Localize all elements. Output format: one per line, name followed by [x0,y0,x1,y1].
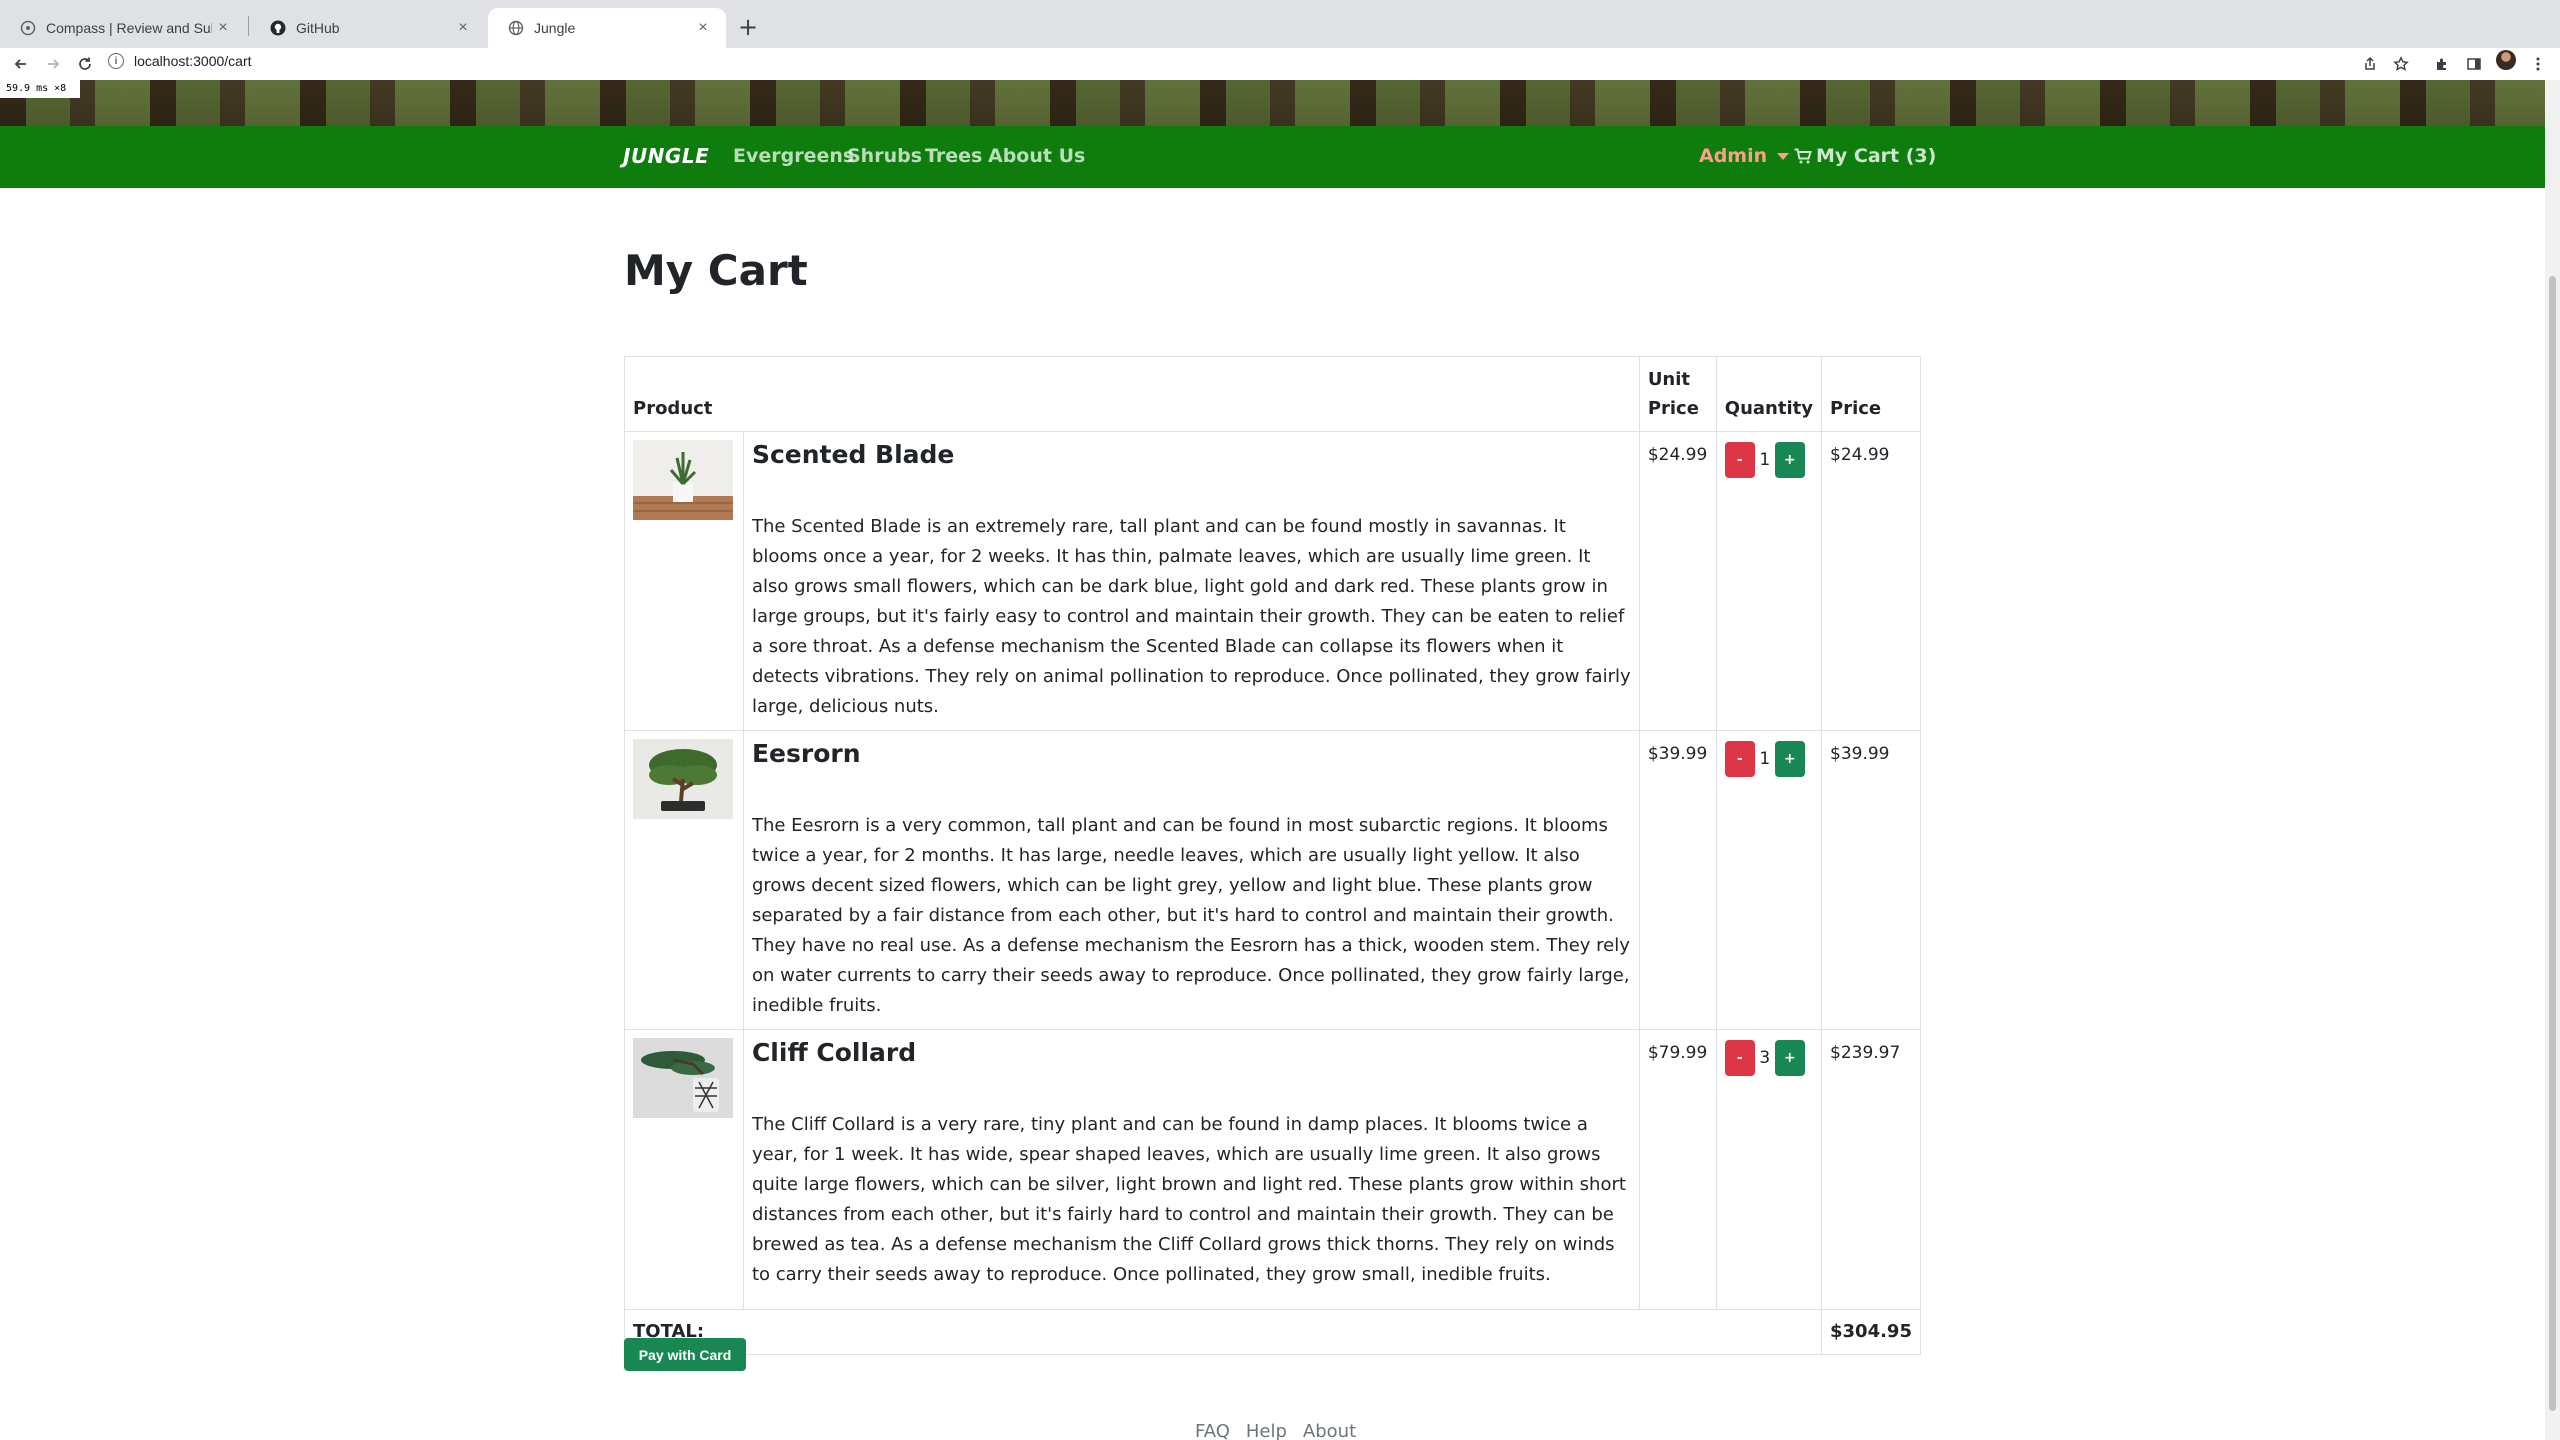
address-url[interactable]: localhost:3000/cart [134,53,252,69]
forward-icon[interactable] [41,52,65,76]
browser-tab-compass[interactable]: Compass | Review and Submit × [0,8,246,48]
table-row: Cliff Collard The Cliff Collard is a ver… [624,1029,1921,1310]
increase-quantity-button[interactable]: + [1774,1040,1805,1076]
globe-icon [508,20,524,36]
table-row: Scented Blade The Scented Blade is an ex… [624,431,1921,731]
cart-table: Product Unit Price Quantity Price Scente… [624,356,1921,1355]
navbar: JUNGLE Evergreens Shrubs Trees About Us … [0,126,2545,188]
avatar[interactable] [2496,50,2516,70]
tab-title: Compass | Review and Submit [46,20,212,36]
nav-link-shrubs[interactable]: Shrubs [847,145,922,167]
quantity-stepper: - 3 + [1724,1040,1813,1076]
close-icon[interactable]: × [452,17,474,39]
product-image-cell [624,730,744,1030]
total-label: TOTAL: [624,1309,1822,1355]
quantity-cell: - 1 + [1715,730,1823,1030]
unit-price: $39.99 [1638,730,1717,1030]
decrease-quantity-button[interactable]: - [1724,1040,1755,1076]
globe-icon [20,20,36,36]
page-scrollbar[interactable] [2545,80,2560,1440]
extensions-icon[interactable] [2430,52,2454,76]
header-price: Price [1821,356,1921,432]
quantity-stepper: - 1 + [1724,741,1813,777]
unit-price: $24.99 [1638,431,1717,731]
page-title: My Cart [624,246,808,295]
quantity-cell: - 3 + [1715,1029,1823,1310]
product-image-scented-blade[interactable] [633,440,733,520]
my-cart-link[interactable]: My Cart (3) [1794,145,1936,167]
menu-icon[interactable] [2526,52,2550,76]
product-details-cell: Cliff Collard The Cliff Collard is a ver… [742,1029,1640,1310]
new-tab-button[interactable]: + [733,12,763,42]
close-icon[interactable]: × [212,17,234,39]
total-row: TOTAL: $304.95 [624,1309,1921,1355]
header-product: Product [624,356,1640,432]
product-details-cell: Eesrorn The Eesrorn is a very common, ta… [742,730,1640,1030]
quantity-value: 1 [1759,450,1771,470]
tab-title: Jungle [534,20,576,36]
product-image-cell [624,1029,744,1310]
table-header-row: Product Unit Price Quantity Price [624,356,1921,432]
info-icon[interactable]: i [108,53,124,69]
reload-icon[interactable] [73,52,97,76]
product-name[interactable]: Eesrorn [752,739,1631,769]
browser-tab-strip: Compass | Review and Submit × GitHub × J… [0,0,2560,48]
header-unit-price: Unit Price [1638,356,1717,432]
tab-title: GitHub [296,20,340,36]
line-price: $239.97 [1821,1029,1921,1310]
page-viewport: 59.9 ms ×8 JUNGLE Evergreens Shrubs Tree… [0,80,2545,1440]
cart-icon [1794,148,1812,164]
quantity-value: 3 [1759,1048,1771,1068]
footer-link-help[interactable]: Help [1246,1421,1287,1440]
quantity-value: 1 [1759,749,1771,769]
admin-label: Admin [1699,145,1768,167]
product-image-cliff-collard[interactable] [633,1038,733,1118]
total-value: $304.95 [1821,1309,1921,1355]
line-price: $39.99 [1821,730,1921,1030]
hero-forest-image [0,80,2545,126]
my-cart-label: My Cart (3) [1816,145,1937,167]
decrease-quantity-button[interactable]: - [1724,442,1755,478]
quantity-cell: - 1 + [1715,431,1823,731]
close-icon[interactable]: × [692,17,714,39]
footer-links: FAQ Help About [1195,1421,1356,1440]
nav-link-evergreens[interactable]: Evergreens [733,145,854,167]
share-icon[interactable] [2358,52,2382,76]
caret-down-icon [1777,152,1790,160]
product-image-eesrorn[interactable] [633,739,733,819]
fps-meter: 59.9 ms ×8 [0,80,80,98]
github-icon [270,20,286,36]
browser-toolbar [0,48,2560,80]
sidepanel-icon[interactable] [2462,52,2486,76]
tab-separator [248,16,249,36]
address-bar[interactable]: i localhost:3000/cart [108,49,252,73]
product-description: The Scented Blade is an extremely rare, … [751,516,1631,717]
product-image-cell [624,431,744,731]
product-description: The Eesrorn is a very common, tall plant… [751,815,1630,1016]
line-price: $24.99 [1821,431,1921,731]
back-icon[interactable] [9,52,33,76]
browser-tab-jungle[interactable]: Jungle × [488,8,726,48]
footer-link-faq[interactable]: FAQ [1195,1421,1230,1440]
increase-quantity-button[interactable]: + [1774,442,1805,478]
product-name[interactable]: Scented Blade [752,440,1631,470]
pay-with-card-button[interactable]: Pay with Card [624,1338,746,1371]
product-name[interactable]: Cliff Collard [752,1038,1631,1068]
unit-price: $79.99 [1638,1029,1717,1310]
product-details-cell: Scented Blade The Scented Blade is an ex… [742,431,1640,731]
quantity-stepper: - 1 + [1724,442,1813,478]
brand-logo[interactable]: JUNGLE [623,144,709,168]
header-quantity: Quantity [1715,356,1823,432]
nav-link-about-us[interactable]: About Us [988,145,1085,167]
nav-link-trees[interactable]: Trees [925,145,982,167]
product-description: The Cliff Collard is a very rare, tiny p… [751,1114,1626,1285]
star-icon[interactable] [2389,52,2413,76]
table-row: Eesrorn The Eesrorn is a very common, ta… [624,730,1921,1030]
increase-quantity-button[interactable]: + [1774,741,1805,777]
admin-dropdown[interactable]: Admin [1699,145,1790,167]
footer-link-about[interactable]: About [1303,1421,1356,1440]
scrollbar-thumb[interactable] [2549,276,2556,1411]
decrease-quantity-button[interactable]: - [1724,741,1755,777]
browser-tab-github[interactable]: GitHub × [250,8,486,48]
